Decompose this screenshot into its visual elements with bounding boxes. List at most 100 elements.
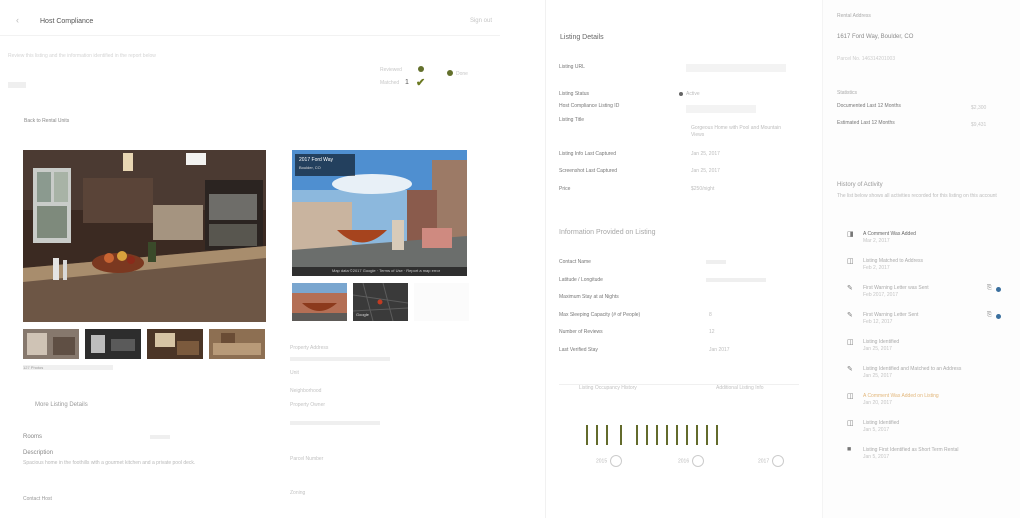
activity-item[interactable]: Listing Matched to Address Feb 2, 2017 — [863, 258, 993, 272]
occupancy-period-2017[interactable]: 2017 — [758, 455, 785, 467]
tab-additional-info[interactable]: Additional Listing Info — [716, 385, 764, 391]
header-description: Review this listing and the information … — [8, 53, 156, 59]
description-label: Description — [23, 450, 54, 456]
header-tag — [8, 82, 26, 88]
num-reviews-label: Number of Reviews — [559, 329, 603, 335]
hc-listing-id-label: Host Compliance Listing ID — [559, 103, 620, 109]
listing-status-value: Active — [679, 91, 700, 98]
contact-name-label: Contact Name — [559, 259, 591, 265]
activity-item[interactable]: A Comment Was Added Mar 2, 2017 — [863, 231, 993, 245]
activity-text: Listing Identified and Matched to an Add… — [863, 366, 962, 372]
photo-thumbnail-2[interactable] — [85, 329, 141, 359]
stat-documented-label: Documented Last 12 Months — [837, 103, 901, 109]
pool-photo[interactable]: 2017 Ford Way Boulder, CO Map data ©2017… — [292, 150, 467, 276]
sign-out-link[interactable]: Sign out — [470, 18, 492, 24]
rental-address-value: 1617 Ford Way, Boulder, CO — [837, 34, 914, 40]
activity-type-icon: ◫ — [847, 339, 854, 346]
activity-item[interactable]: Listing Identified Jan 25, 2017 — [863, 339, 993, 353]
activity-item[interactable]: Listing Identified and Matched to an Add… — [863, 366, 993, 380]
activity-item[interactable]: A Comment Was Added on Listing Jan 20, 20… — [863, 393, 993, 407]
document-icon[interactable]: ⎘ — [987, 312, 992, 319]
photo-count: 127 Photos — [23, 365, 44, 370]
max-stay-label: Maximum Stay at at Nights — [559, 294, 619, 300]
listing-title-label: Listing Title — [559, 117, 585, 123]
status-label-matched: Matched — [380, 80, 400, 86]
activity-date: Feb 2017, 2017 — [863, 292, 899, 298]
rental-address-label: Rental Address — [837, 13, 871, 19]
photo-thumbnail-1[interactable] — [23, 329, 79, 359]
radio-circle-icon — [692, 455, 705, 467]
form-field-owner[interactable] — [290, 421, 380, 425]
checkmark-icon: ✔ — [416, 77, 426, 89]
breadcrumb[interactable]: Back to Rental Units — [24, 118, 69, 124]
activity-date: Jan 5, 2017 — [863, 427, 890, 433]
activity-text: Listing Matched to Address — [863, 258, 924, 264]
listing-url-label: Listing URL — [559, 64, 585, 70]
occupancy-bar — [656, 425, 658, 445]
activity-type-icon: ◫ — [847, 420, 854, 427]
top-bar: ‹ Host Compliance Sign out — [0, 12, 500, 36]
lat-long-label: Latitude / Longitude — [559, 277, 603, 283]
activity-text: Listing Identified — [863, 339, 900, 345]
tab-occupancy-history[interactable]: Listing Occupancy History — [579, 385, 637, 391]
occupancy-period-2015[interactable]: 2015 — [596, 455, 623, 467]
form-label-owner: Property Owner — [290, 402, 326, 408]
activity-date: Feb 2, 2017 — [863, 265, 890, 271]
period-label-2016: 2016 — [678, 458, 690, 465]
status-dot-icon — [679, 91, 683, 96]
thumbnail-image — [147, 329, 203, 359]
activity-item[interactable]: First Warning Letter Sent Feb 12, 2017 — [863, 312, 993, 326]
activity-item[interactable]: Listing First Identified as Short Term R… — [863, 447, 993, 461]
more-details-button[interactable]: More Listing Details — [35, 402, 88, 408]
activity-text: Listing First Identified as Short Term R… — [863, 447, 959, 453]
info-captured-value: Jan 25, 2017 — [691, 151, 720, 157]
period-label-2015: 2015 — [596, 458, 608, 465]
occupancy-bar — [596, 425, 598, 445]
contact-name-value — [706, 260, 726, 264]
activity-date: Feb 12, 2017 — [863, 319, 893, 325]
form-label-parcel: Parcel Number — [290, 456, 324, 462]
map-thumbnail[interactable]: Google — [353, 283, 408, 321]
activity-text: First Warning Letter was Sent — [863, 285, 929, 291]
stat-estimated-value: $9,431 — [971, 122, 987, 128]
history-description: The list below shows all activities reco… — [837, 193, 997, 199]
photo-thumbnail-3[interactable] — [147, 329, 203, 359]
activity-item[interactable]: First Warning Letter was Sent Feb 2017, 2… — [863, 285, 993, 299]
empty-thumbnail-slot — [414, 283, 469, 321]
form-field-address[interactable] — [290, 357, 390, 361]
occupancy-bar — [686, 425, 688, 445]
thumbnail-image — [85, 329, 141, 359]
listing-url-field[interactable] — [686, 64, 786, 72]
activity-date: Jan 20, 2017 — [863, 400, 892, 406]
back-arrow-icon[interactable]: ‹ — [16, 15, 19, 25]
contact-host-link[interactable]: Contact Host — [23, 496, 52, 502]
status-dot-icon-2 — [447, 70, 453, 76]
occupancy-bar — [676, 425, 678, 445]
statistics-label: Statistics — [837, 90, 858, 96]
activity-item[interactable]: Listing Identified Jan 5, 2017 — [863, 420, 993, 434]
document-icon[interactable]: ⎘ — [987, 285, 992, 292]
form-label-neighborhood: Neighborhood — [290, 388, 322, 394]
price-label: Price — [559, 186, 571, 192]
form-label-unit: Unit — [290, 370, 299, 376]
map-label: Google — [356, 312, 369, 317]
status-label-done: Done — [456, 71, 468, 77]
listing-status-text: Active — [686, 91, 700, 97]
activity-type-icon: ✎ — [847, 366, 853, 373]
activity-date: Jan 25, 2017 — [863, 346, 892, 352]
occupancy-period-2016[interactable]: 2016 — [678, 455, 705, 467]
page-title: Host Compliance — [40, 18, 94, 25]
unread-indicator-icon — [996, 314, 1001, 319]
activity-type-icon: ✎ — [847, 312, 853, 319]
pool-thumbnail-photo[interactable] — [292, 283, 347, 321]
pool-thumbnail-image — [292, 283, 347, 321]
form-label-zoning: Zoning — [290, 490, 306, 496]
main-listing-photo[interactable] — [23, 150, 266, 322]
history-title: History of Activity — [837, 182, 883, 188]
status-label-reviewed: Reviewed — [380, 67, 402, 73]
activity-date: Jan 25, 2017 — [863, 373, 892, 379]
status-dot-icon — [418, 66, 424, 72]
thumbnail-image — [209, 329, 265, 359]
status-icons: Reviewed Done Matched 1 ✔ — [380, 64, 480, 94]
photo-thumbnail-4[interactable] — [209, 329, 265, 359]
